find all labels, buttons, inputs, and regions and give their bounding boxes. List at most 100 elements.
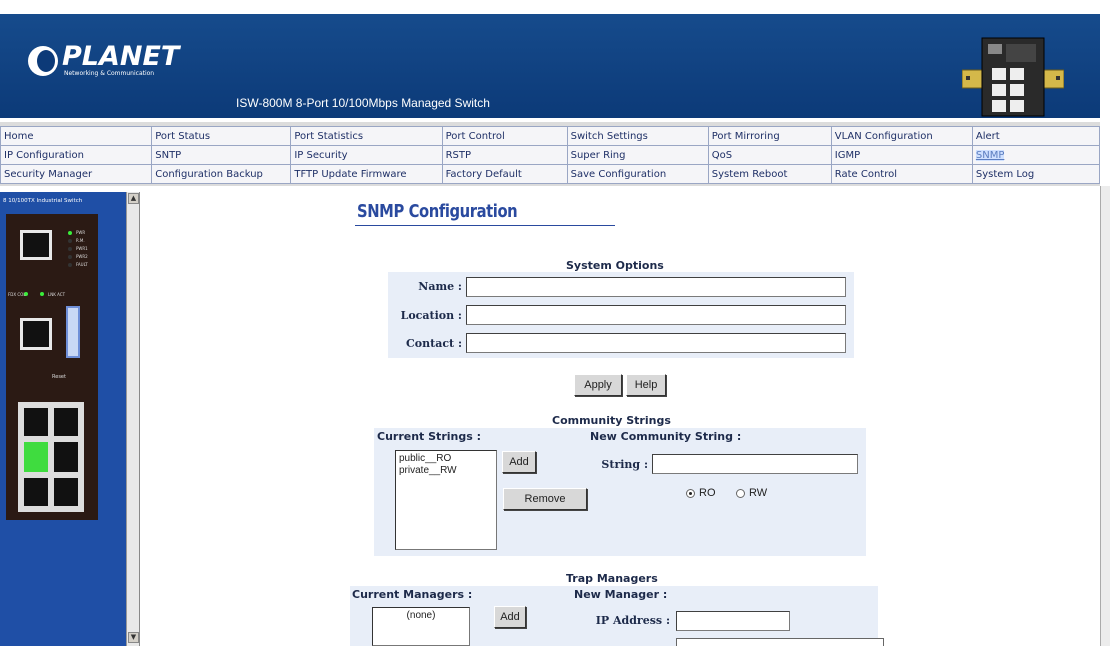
nav-item-super-ring[interactable]: Super Ring	[566, 145, 709, 165]
led-label-pwr2: PWR2	[76, 254, 88, 259]
nav-row: Security Manager Configuration Backup TFTP…	[0, 164, 1101, 184]
port-4[interactable]	[51, 439, 81, 475]
device-panel-title: 8 10/100TX Industrial Switch	[3, 198, 83, 204]
help-button[interactable]: Help	[626, 374, 666, 396]
location-label: Location :	[400, 309, 462, 322]
product-title: ISW-800M 8-Port 10/100Mbps Managed Switc…	[236, 96, 490, 110]
list-item[interactable]: (none)	[376, 610, 466, 622]
page-title: SNMP Configuration	[357, 201, 518, 222]
port-7[interactable]	[20, 318, 52, 350]
nav-item-label[interactable]: System Log	[976, 169, 1034, 180]
port-2[interactable]	[51, 475, 81, 509]
rm-led	[68, 239, 72, 243]
pwr1-led	[68, 247, 72, 251]
nav-item-igmp[interactable]: IGMP	[830, 145, 973, 165]
community-add-button[interactable]: Add	[502, 451, 536, 473]
current-strings-label: Current Strings :	[377, 430, 481, 443]
nav-row: Home Port Status Port Statistics Port Contr…	[0, 126, 1101, 146]
nav-item-label[interactable]: Rate Control	[835, 169, 897, 180]
device-panel-scrollbar[interactable]: ▲ ▼	[126, 192, 139, 646]
nav-item-label[interactable]: RSTP	[446, 150, 471, 161]
apply-button[interactable]: Apply	[574, 374, 622, 396]
location-field[interactable]	[466, 305, 846, 325]
nav-item-label[interactable]: IGMP	[835, 150, 860, 161]
nav-item-label[interactable]: SNTP	[155, 150, 181, 161]
port-grid	[18, 402, 84, 512]
nav-item-label[interactable]: Configuration Backup	[155, 169, 263, 180]
nav-item-label[interactable]: SNMP	[975, 149, 1005, 161]
scroll-up-icon[interactable]: ▲	[128, 193, 139, 204]
nav-item-system-log[interactable]: System Log	[971, 164, 1101, 184]
current-managers-list[interactable]: (none)	[372, 607, 470, 646]
contact-field[interactable]	[466, 333, 846, 353]
nav-item-ip-configuration[interactable]: IP Configuration	[0, 145, 153, 165]
lnk-label: LNK ACT	[48, 292, 66, 297]
nav-item-system-reboot[interactable]: System Reboot	[707, 164, 832, 184]
browser-page: PLANET Networking & Communication ISW-80…	[0, 0, 1110, 646]
nav-item-port-control[interactable]: Port Control	[441, 126, 568, 146]
main-scrollbar[interactable]	[1100, 186, 1110, 646]
name-field[interactable]	[466, 277, 846, 297]
nav-item-label[interactable]: TFTP Update Firmware	[294, 169, 406, 180]
port-3[interactable]	[21, 439, 51, 475]
nav-item-sntp[interactable]: SNTP	[151, 145, 292, 165]
nav-item-port-statistics[interactable]: Port Statistics	[290, 126, 443, 146]
nav-item-factory-default[interactable]: Factory Default	[441, 164, 568, 184]
nav-item-label[interactable]: QoS	[712, 150, 732, 161]
pwr-led	[68, 231, 72, 235]
nav-item-security-manager[interactable]: Security Manager	[0, 164, 153, 184]
port-1[interactable]	[21, 475, 51, 509]
led-label-pwr: PWR	[76, 230, 86, 235]
nav-row: IP Configuration SNTP IP Security RSTP Super…	[0, 145, 1101, 165]
nav-item-qos[interactable]: QoS	[707, 145, 832, 165]
nav-item-alert[interactable]: Alert	[971, 126, 1101, 146]
nav-item-save-configuration[interactable]: Save Configuration	[566, 164, 709, 184]
nav-item-switch-settings[interactable]: Switch Settings	[566, 126, 709, 146]
nav-item-port-mirroring[interactable]: Port Mirroring	[707, 126, 832, 146]
rw-radio[interactable]	[736, 489, 745, 498]
device-front-panel: PWR R.M. PWR1 PWR2 FAULT FDX COL LNK ACT…	[6, 214, 98, 520]
nav-item-label[interactable]: Factory Default	[446, 169, 522, 180]
ip-address-field[interactable]	[676, 611, 790, 631]
trap-add-button[interactable]: Add	[494, 606, 526, 628]
nav-item-label[interactable]: Alert	[976, 131, 1000, 142]
nav-item-rate-control[interactable]: Rate Control	[830, 164, 973, 184]
nav-item-label[interactable]: Switch Settings	[571, 131, 648, 142]
community-remove-button[interactable]: Remove	[503, 488, 587, 510]
nav-item-label[interactable]: Port Status	[155, 131, 210, 142]
ro-radio[interactable]	[686, 489, 695, 498]
nav-item-label[interactable]: Port Mirroring	[712, 131, 780, 142]
nav-item-label[interactable]: Security Manager	[4, 169, 92, 180]
nav-item-rstp[interactable]: RSTP	[441, 145, 568, 165]
system-options-heading: System Options	[566, 259, 664, 272]
current-strings-list[interactable]: public__RO private__RW	[395, 450, 497, 550]
nav-item-ip-security[interactable]: IP Security	[290, 145, 443, 165]
nav-item-snmp[interactable]: SNMP	[971, 145, 1101, 165]
string-field[interactable]	[652, 454, 858, 474]
nav-item-label[interactable]: Super Ring	[571, 150, 626, 161]
nav-item-label[interactable]: System Reboot	[712, 169, 788, 180]
string-label: String :	[601, 458, 648, 471]
nav-item-label[interactable]: Save Configuration	[571, 169, 667, 180]
scroll-down-icon[interactable]: ▼	[128, 632, 139, 643]
nav-item-label[interactable]: Home	[4, 131, 34, 142]
nav-item-label[interactable]: IP Configuration	[4, 150, 84, 161]
nav-item-label[interactable]: IP Security	[294, 150, 347, 161]
community-field-partial[interactable]	[676, 638, 884, 646]
nav-item-label[interactable]: Port Control	[446, 131, 505, 142]
nav-item-configuration-backup[interactable]: Configuration Backup	[151, 164, 292, 184]
nav-item-label[interactable]: VLAN Configuration	[835, 131, 933, 142]
nav-item-label[interactable]: Port Statistics	[294, 131, 363, 142]
port-5[interactable]	[51, 405, 81, 439]
console-port[interactable]	[20, 230, 52, 260]
list-item[interactable]: public__RO	[399, 453, 493, 465]
nav-item-vlan-configuration[interactable]: VLAN Configuration	[830, 126, 973, 146]
nav-item-port-status[interactable]: Port Status	[151, 126, 292, 146]
fdx-label: FDX COL	[8, 292, 26, 297]
port-6[interactable]	[21, 405, 51, 439]
nav-item-tftp-update-firmware[interactable]: TFTP Update Firmware	[290, 164, 443, 184]
list-item[interactable]: private__RW	[399, 465, 493, 477]
title-underline	[355, 225, 615, 226]
led-label-fault: FAULT	[76, 262, 88, 267]
nav-item-home[interactable]: Home	[0, 126, 153, 146]
